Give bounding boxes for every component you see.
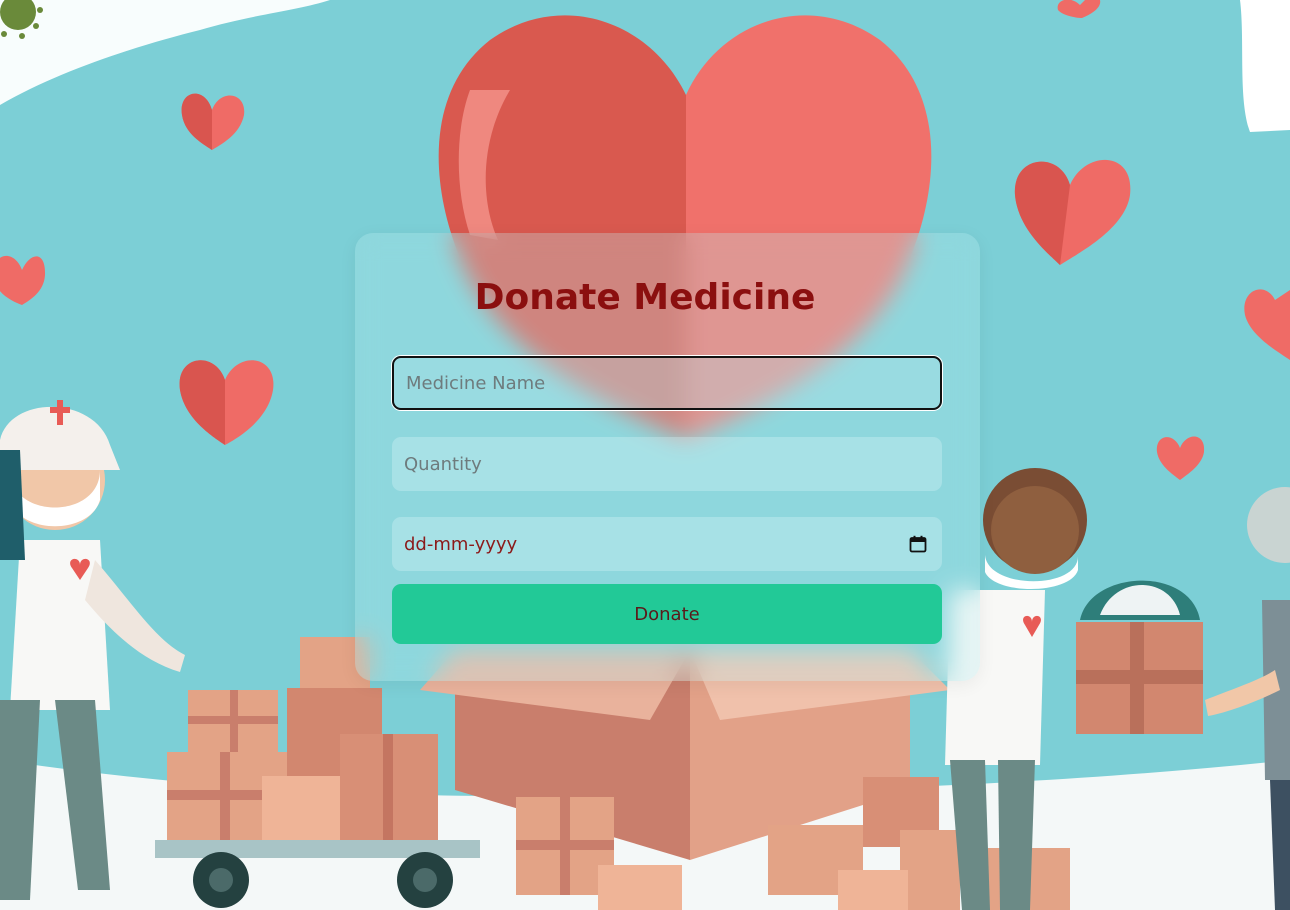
medicine-name-input[interactable] <box>392 356 942 410</box>
donation-page: Donate Medicine dd-mm-yyyy Donate <box>0 0 1290 910</box>
heart-decoration <box>1057 0 1101 18</box>
form-title: Donate Medicine <box>474 277 816 318</box>
donate-button[interactable]: Donate <box>392 584 942 644</box>
date-input-value: dd-mm-yyyy <box>404 533 518 555</box>
calendar-icon[interactable] <box>909 535 927 553</box>
quantity-input[interactable] <box>392 437 942 491</box>
heart-decoration <box>1014 159 1131 265</box>
heart-decoration <box>181 93 245 150</box>
date-input[interactable]: dd-mm-yyyy <box>392 517 942 571</box>
heart-decoration <box>179 360 274 445</box>
heart-decoration <box>1156 436 1205 480</box>
